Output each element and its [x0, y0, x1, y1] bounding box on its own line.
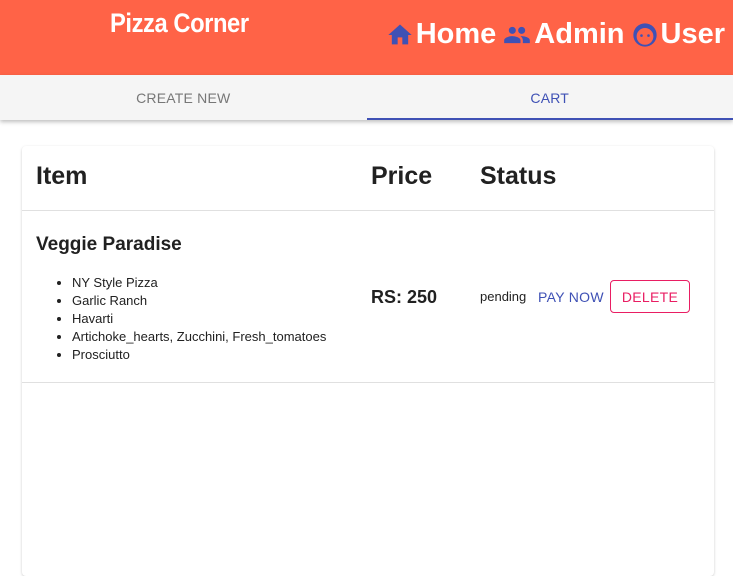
header-status: Status: [480, 162, 556, 191]
list-item: Prosciutto: [72, 346, 326, 364]
item-name: Veggie Paradise: [36, 234, 182, 256]
list-item: Garlic Ranch: [72, 292, 326, 310]
header-item: Item: [36, 162, 87, 191]
tab-cart[interactable]: CART: [367, 75, 733, 120]
list-item: NY Style Pizza: [72, 274, 326, 292]
tab-bar: CREATE NEW CART: [0, 75, 733, 120]
home-icon: [386, 21, 414, 49]
nav-admin-link[interactable]: Admin: [502, 18, 624, 51]
pay-now-button[interactable]: PAY NOW: [532, 281, 610, 313]
tab-create-new[interactable]: CREATE NEW: [0, 75, 367, 120]
top-nav: Home Admin User: [380, 18, 725, 51]
nav-admin-label: Admin: [534, 18, 624, 51]
brand-title[interactable]: Pizza Corner: [110, 8, 249, 39]
people-icon: [502, 21, 532, 49]
face-icon: [631, 21, 659, 49]
nav-home-link[interactable]: Home: [386, 18, 497, 51]
toppings-list: NY Style Pizza Garlic Ranch Havarti Arti…: [72, 274, 326, 364]
nav-user-label: User: [661, 18, 726, 51]
app-bar: Pizza Corner Home Admin User: [0, 0, 733, 75]
row-divider: [22, 382, 714, 383]
list-item: Artichoke_hearts, Zucchini, Fresh_tomato…: [72, 328, 326, 346]
list-item: Havarti: [72, 310, 326, 328]
item-price: RS: 250: [371, 287, 437, 308]
delete-button[interactable]: DELETE: [610, 280, 690, 313]
cart-table: Item Price Status Veggie Paradise NY Sty…: [22, 146, 714, 576]
nav-home-label: Home: [416, 18, 497, 51]
status-text: pending: [480, 289, 526, 304]
nav-user-link[interactable]: User: [631, 18, 726, 51]
header-divider: [22, 210, 714, 211]
header-price: Price: [371, 162, 432, 191]
